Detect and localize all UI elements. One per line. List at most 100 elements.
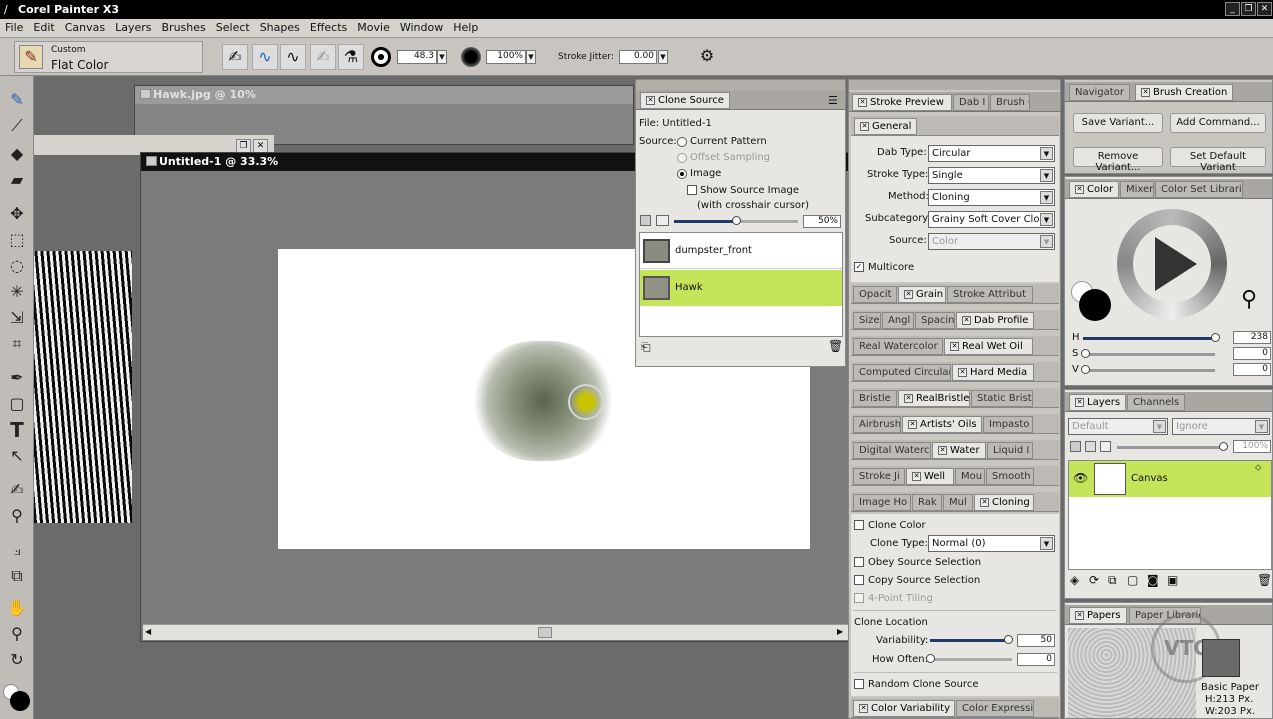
papers-close-icon[interactable]: ✕	[1075, 610, 1084, 620]
how-often-field[interactable]: 0	[1017, 653, 1055, 666]
lock-icon[interactable]	[1100, 441, 1111, 452]
delete-source-icon[interactable]: 🗑	[828, 339, 843, 353]
mirror-tool-icon[interactable]: ⧉	[4, 564, 30, 588]
well-tab[interactable]: ✕ Well	[906, 468, 954, 485]
tinting-icon[interactable]	[656, 215, 669, 226]
liquid-ink-tab[interactable]: Liquid I	[987, 442, 1033, 459]
four-point-tiling-checkbox[interactable]	[854, 593, 864, 603]
color-close-icon[interactable]: ✕	[1075, 184, 1084, 194]
artists-oils-close-icon[interactable]: ✕	[908, 419, 917, 429]
horizontal-scrollbar[interactable]: ◀ ▶	[143, 624, 848, 640]
color-set-libraries-tab[interactable]: Color Set Librarie	[1155, 181, 1243, 198]
clone-color-stamp-icon[interactable]: ⚲	[1241, 287, 1257, 312]
panel-menu-icon[interactable]: ☰	[828, 94, 838, 107]
delete-layer-icon[interactable]: 🗑	[1257, 573, 1272, 587]
obey-source-checkbox[interactable]	[854, 557, 864, 567]
size-dropdown[interactable]: ▼	[437, 50, 447, 64]
brush-ghost-icon[interactable]: ⚗	[338, 44, 364, 70]
text-tool-icon[interactable]: T	[4, 418, 30, 442]
freehand-stroke-icon[interactable]: ∿	[252, 44, 278, 70]
realbristle-tab[interactable]: ✕ RealBristle	[898, 390, 970, 407]
preserve-transparency-icon[interactable]	[1070, 441, 1081, 452]
layer-row-canvas[interactable]: 👁 Canvas ⬦	[1069, 461, 1271, 497]
value-knob[interactable]	[1081, 365, 1090, 374]
cloner-tool-icon[interactable]: ✍	[4, 478, 30, 502]
grabber-tool-icon[interactable]: ✋	[4, 596, 30, 620]
variability-knob[interactable]	[1004, 635, 1013, 644]
spacing-tab[interactable]: Spacin	[915, 312, 955, 329]
source-opacity-field[interactable]: 50%	[803, 215, 841, 228]
stroke-preview-tab[interactable]: ✕ Stroke Preview	[852, 94, 952, 111]
bristle-tab[interactable]: Bristle	[853, 390, 897, 407]
opacity-field[interactable]: 100%	[486, 50, 526, 64]
clone-source-close-icon[interactable]: ✕	[646, 95, 655, 105]
mouse-tab[interactable]: Mou	[955, 468, 985, 485]
layer-commands-icon[interactable]: ◈	[1070, 573, 1079, 587]
real-wet-oil-tab[interactable]: ✕ Real Wet Oil	[944, 338, 1033, 355]
layer-opacity-slider[interactable]	[1117, 446, 1221, 449]
hard-media-close-icon[interactable]: ✕	[958, 367, 967, 377]
impasto-tab[interactable]: Impasto	[983, 416, 1033, 433]
variability-field[interactable]: 50	[1017, 634, 1055, 647]
composite-method-select[interactable]: Default ▼	[1068, 418, 1168, 435]
menu-window[interactable]: Window	[395, 19, 448, 37]
menu-layers[interactable]: Layers	[110, 19, 156, 37]
offset-sampling-radio[interactable]	[677, 153, 687, 163]
layers-close-icon[interactable]: ✕	[1075, 397, 1084, 407]
multicore-checkbox[interactable]: ✓	[854, 262, 864, 272]
hue-field[interactable]: 238	[1233, 331, 1271, 344]
new-layer-icon[interactable]: ▢	[1127, 573, 1138, 587]
shape-selection-icon[interactable]: ↖	[4, 444, 30, 468]
pen-tool-icon[interactable]: ✒	[4, 366, 30, 390]
dab-profile-tab[interactable]: ✕ Dab Profile	[956, 312, 1034, 329]
well-close-icon[interactable]: ✕	[912, 471, 921, 481]
shape-tool-icon[interactable]: ▢	[4, 392, 30, 416]
clone-type-select[interactable]: Normal (0) ▼	[928, 535, 1055, 552]
main-color-swatch[interactable]	[10, 691, 30, 711]
artists-oils-tab[interactable]: ✕ Artists' Oils	[902, 416, 982, 433]
straight-line-stroke-icon[interactable]: ∿	[280, 44, 306, 70]
clone-source-item[interactable]: dumpster_front	[640, 233, 842, 269]
source-opacity-knob[interactable]	[732, 216, 741, 225]
source-select[interactable]: Color ▼	[928, 233, 1055, 250]
hidden-window-maximize[interactable]: ❐	[236, 139, 251, 153]
size-field[interactable]: 48.3	[397, 50, 437, 64]
ignore-select[interactable]: Ignore ▼	[1172, 418, 1270, 435]
stroke-attributes-tab[interactable]: Stroke Attribut	[947, 286, 1033, 303]
menu-select[interactable]: Select	[211, 19, 255, 37]
rubber-stamp-icon[interactable]: ⚲	[4, 504, 30, 528]
paint-bucket-icon[interactable]: ◆	[4, 142, 30, 166]
layers-tab[interactable]: ✕ Layers	[1069, 394, 1127, 411]
color-triangle[interactable]	[1155, 237, 1197, 291]
brush-selector[interactable]: ✎ Custom Flat Color	[14, 41, 203, 73]
stroke-freehand-icon[interactable]: ✍	[222, 44, 248, 70]
multi-tab[interactable]: Mul	[943, 494, 973, 511]
color-variability-close-icon[interactable]: ✕	[859, 703, 868, 713]
real-watercolor-tab[interactable]: Real Watercolor	[853, 338, 943, 355]
water-tab[interactable]: ✕ Water	[932, 442, 986, 459]
static-bristle-tab[interactable]: Static Brist	[971, 390, 1033, 407]
stroke-jitter-field[interactable]: 0.00	[619, 50, 657, 64]
close-button[interactable]: ✕	[1257, 2, 1272, 16]
grain-close-icon[interactable]: ✕	[904, 289, 913, 299]
papers-tab[interactable]: ✕ Papers	[1069, 607, 1127, 624]
menu-brushes[interactable]: Brushes	[157, 19, 211, 37]
color-wheel[interactable]	[1117, 209, 1227, 319]
smoothing-tab[interactable]: Smooth	[986, 468, 1034, 485]
reset-tool-icon[interactable]: ✍	[310, 44, 336, 70]
clone-source-item[interactable]: Hawk	[640, 270, 842, 306]
selection-adjuster-icon[interactable]: ⇲	[4, 306, 30, 330]
menu-edit[interactable]: Edit	[28, 19, 59, 37]
airbrush-tab[interactable]: Airbrush	[853, 416, 901, 433]
stroke-jitter-tab[interactable]: Stroke Ji	[853, 468, 905, 485]
realbristle-close-icon[interactable]: ✕	[904, 393, 913, 403]
color-variability-tab[interactable]: ✕ Color Variability	[853, 700, 955, 717]
clone-color-checkbox[interactable]	[854, 520, 864, 530]
stroke-jitter-dropdown[interactable]: ▼	[658, 50, 668, 64]
paper-swatch-icon[interactable]	[1202, 639, 1240, 677]
how-often-knob[interactable]	[926, 654, 935, 663]
minimize-button[interactable]: _	[1225, 2, 1240, 16]
layer-opacity-field[interactable]: 100%	[1233, 440, 1271, 453]
hue-slider[interactable]	[1083, 337, 1215, 340]
add-command-button[interactable]: Add Command...	[1170, 113, 1266, 133]
